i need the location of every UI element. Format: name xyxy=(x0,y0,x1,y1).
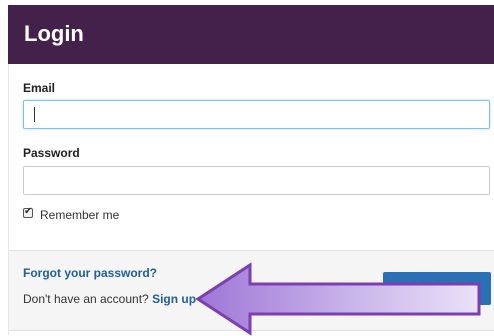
password-field[interactable] xyxy=(23,166,490,195)
page-title: Login xyxy=(24,21,84,46)
left-arrow-annotation xyxy=(196,262,481,336)
forgot-password-link[interactable]: Forgot your password? xyxy=(23,266,157,280)
signup-prompt: Don't have an account? Sign up xyxy=(23,292,196,306)
remember-me-label[interactable]: Remember me xyxy=(40,208,119,222)
email-field[interactable] xyxy=(23,100,490,129)
text-caret xyxy=(34,107,35,122)
signup-prompt-text: Don't have an account? xyxy=(23,292,149,306)
checkmark-icon: ✔ xyxy=(24,206,33,217)
arrow-shape xyxy=(196,262,481,336)
email-label: Email xyxy=(23,81,56,95)
signup-link[interactable]: Sign up xyxy=(152,292,196,306)
login-header: Login xyxy=(8,5,494,64)
password-label: Password xyxy=(23,146,80,160)
